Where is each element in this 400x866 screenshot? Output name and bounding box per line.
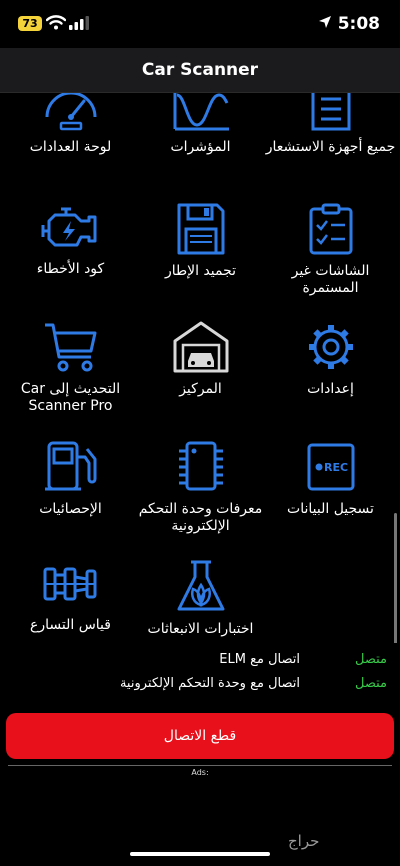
tile-upgrade-label: التحديث إلى Car Scanner Pro	[20, 381, 121, 414]
elm-connection-status: متصل	[355, 652, 388, 667]
dashboard-gauge-icon	[45, 93, 96, 131]
tile-settings-label: إعدادات	[307, 381, 354, 397]
fuel-pump-icon	[44, 441, 96, 491]
chip-icon	[178, 441, 223, 491]
tile-acceleration[interactable]: قياس التسارع	[4, 559, 137, 634]
flask-icon	[177, 560, 224, 611]
tile-freeze-frame-label: تجميد الإطار	[164, 263, 237, 279]
battery-indicator: 73	[18, 16, 42, 31]
rec-icon: REC	[307, 443, 354, 491]
tile-emissions-label: اختبارات الانبعاثات	[147, 621, 254, 637]
tile-acceleration-label: قياس التسارع	[30, 617, 111, 633]
floppy-disk-icon	[177, 203, 224, 255]
tile-garage-label: المركيز	[179, 381, 222, 397]
list-icon	[311, 93, 350, 131]
tile-ecu-ids[interactable]: معرفات وحدة التحكم الإلكترونية	[134, 439, 267, 535]
page-title: Car Scanner	[141, 60, 259, 80]
ecu-connection-row: اتصال مع وحدة التحكم الإلكترونية متصل	[0, 673, 400, 697]
tile-dashboard-label: لوحة العدادات	[29, 139, 112, 155]
scrollbar[interactable]	[394, 513, 397, 643]
clipboard-check-icon	[309, 203, 352, 255]
location-arrow-icon	[319, 16, 331, 28]
tile-upgrade[interactable]: التحديث إلى Car Scanner Pro	[4, 321, 137, 415]
home-indicator[interactable]	[130, 852, 270, 856]
clock: 5:08	[337, 14, 380, 34]
nav-bar: Car Scanner	[0, 48, 400, 93]
tile-statistics[interactable]: الإحصائيات	[4, 439, 137, 518]
elm-connection-label: اتصال مع ELM	[219, 652, 300, 667]
tile-error-codes-label: كود الأخطاء	[36, 261, 105, 277]
engine-icon	[41, 207, 96, 247]
cart-icon	[44, 323, 96, 372]
tile-all-sensors[interactable]: جميع أجهزة الاستشعار	[264, 93, 397, 156]
tile-data-recording-label: تسجيل البيانات	[287, 501, 374, 517]
tile-statistics-label: الإحصائيات	[39, 501, 102, 517]
sine-chart-icon	[173, 93, 229, 131]
tile-settings[interactable]: إعدادات	[264, 321, 397, 398]
status-bar: 73 5:08	[0, 0, 400, 48]
tile-noncontinuous-label: الشاشات غير المستمرة	[291, 263, 370, 296]
feature-grid: لوحة العدادات المؤشرات جميع أجهزة الاستش…	[0, 93, 400, 643]
garage-icon	[173, 321, 228, 373]
disconnect-button[interactable]: قطع الاتصال	[6, 713, 394, 759]
tile-garage[interactable]: المركيز	[134, 321, 267, 398]
tile-error-codes[interactable]: كود الأخطاء	[4, 203, 137, 278]
ecu-connection-label: اتصال مع وحدة التحكم الإلكترونية	[119, 676, 300, 691]
tile-freeze-frame[interactable]: تجميد الإطار	[134, 203, 267, 280]
race-car-icon	[43, 567, 96, 601]
tile-charts-label: المؤشرات	[170, 139, 231, 155]
tile-charts[interactable]: المؤشرات	[134, 93, 267, 156]
divider	[8, 765, 392, 766]
signal-icon	[69, 16, 89, 30]
tile-emissions[interactable]: اختبارات الانبعاثات	[134, 559, 267, 638]
tile-all-sensors-label: جميع أجهزة الاستشعار	[265, 139, 396, 155]
watermark: حراج	[288, 832, 320, 850]
elm-connection-row: اتصال مع ELM متصل	[0, 649, 400, 673]
rec-badge: REC	[324, 461, 348, 474]
ads-label: Ads:	[191, 768, 209, 777]
tile-noncontinuous[interactable]: الشاشات غير المستمرة	[264, 203, 397, 297]
gear-icon	[308, 325, 353, 369]
wifi-icon	[46, 15, 66, 30]
tile-ecu-ids-label: معرفات وحدة التحكم الإلكترونية	[138, 501, 263, 534]
tile-data-recording[interactable]: REC تسجيل البيانات	[264, 439, 397, 518]
tile-dashboard[interactable]: لوحة العدادات	[4, 93, 137, 156]
ecu-connection-status: متصل	[355, 676, 388, 691]
